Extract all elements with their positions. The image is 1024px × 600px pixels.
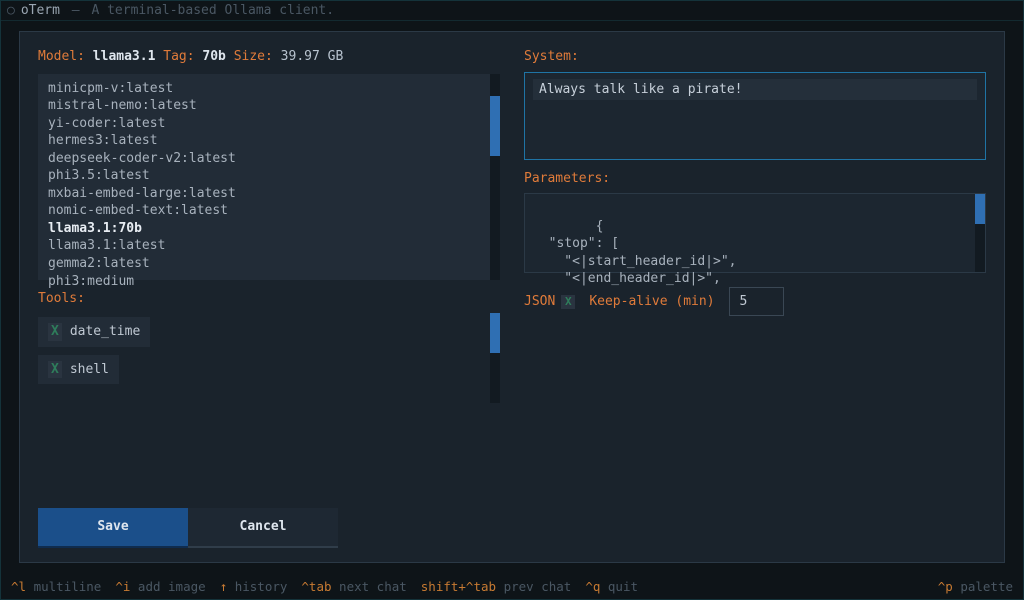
model-list-item[interactable]: yi-coder:latest (48, 115, 490, 133)
app-subtitle: A terminal-based Ollama client. (91, 3, 334, 18)
shortcut-label: multiline (26, 579, 101, 594)
scrollbar-gap (490, 353, 500, 403)
shortcut-hint: ^p palette (938, 579, 1013, 596)
checkbox-icon: X (48, 323, 62, 341)
system-label: System: (524, 48, 986, 66)
settings-panel: Model: llama3.1 Tag: 70b Size: 39.97 GB … (19, 31, 1005, 563)
shortcut-hint: ^i add image (115, 579, 205, 596)
shortcut-key: ^i (115, 579, 130, 594)
shortcut-hint: ↑ history (220, 579, 288, 596)
footer-shortcuts: ^l multiline ^i add image ↑ history ^tab ne… (1, 575, 1023, 599)
scrollbar-gap (490, 74, 500, 96)
scrollbar-thumb[interactable] (975, 194, 985, 224)
button-row: Save Cancel (38, 508, 500, 548)
scrollbar-gap (490, 156, 500, 280)
tool-chip[interactable]: Xdate_time (38, 317, 150, 347)
tools-box: Xdate_timeXshell (38, 313, 500, 403)
tag-label: Tag: (163, 49, 194, 64)
size-label: Size: (234, 49, 273, 64)
size-value: 39.97 GB (281, 49, 344, 64)
app-window: ○ oTerm — A terminal-based Ollama client… (0, 0, 1024, 600)
shortcut-label: quit (600, 579, 638, 594)
system-prompt-input[interactable]: Always talk like a pirate! (524, 72, 986, 160)
tool-name: shell (70, 361, 109, 379)
model-list-item[interactable]: nomic-embed-text:latest (48, 202, 490, 220)
model-list-item[interactable]: phi3:medium (48, 273, 490, 291)
scrollbar-gap (975, 224, 985, 272)
title-separator: — (72, 3, 80, 18)
shortcut-key: ^p (938, 579, 953, 594)
tool-name: date_time (70, 323, 140, 341)
system-prompt-text: Always talk like a pirate! (533, 79, 977, 101)
shortcut-label: prev chat (496, 579, 571, 594)
app-name: oTerm (21, 3, 60, 18)
shortcut-key: ^l (11, 579, 26, 594)
parameters-input[interactable]: { "stop": [ "<|start_header_id|>", "<|en… (524, 193, 986, 273)
scrollbar-thumb[interactable] (490, 96, 500, 156)
model-list-item[interactable]: llama3.1:latest (48, 237, 490, 255)
shortcut-hint: ^l multiline (11, 579, 101, 596)
left-column: Model: llama3.1 Tag: 70b Size: 39.97 GB … (38, 48, 500, 548)
parameters-scrollbar[interactable] (975, 194, 985, 272)
tag-value: 70b (202, 49, 225, 64)
model-list-item[interactable]: gemma2:latest (48, 255, 490, 273)
shortcut-label: history (227, 579, 287, 594)
window-control-dot: ○ (7, 2, 15, 20)
shortcut-hint: shift+^tab prev chat (421, 579, 572, 596)
shortcut-key: ^q (585, 579, 600, 594)
model-list-item[interactable]: mxbai-embed-large:latest (48, 185, 490, 203)
shortcut-hint: ^tab next chat (301, 579, 406, 596)
save-button[interactable]: Save (38, 508, 188, 548)
titlebar: ○ oTerm — A terminal-based Ollama client… (1, 1, 1023, 21)
tool-chip[interactable]: Xshell (38, 355, 119, 385)
tools-label: Tools: (38, 290, 500, 308)
shortcut-label: next chat (332, 579, 407, 594)
tools-scrollbar[interactable] (490, 313, 500, 403)
checkbox-icon: X (48, 361, 62, 379)
right-column: System: Always talk like a pirate! Param… (524, 48, 986, 548)
shortcut-label: palette (960, 579, 1013, 594)
model-value: llama3.1 (93, 49, 156, 64)
model-label: Model: (38, 49, 85, 64)
model-list-item[interactable]: hermes3:latest (48, 132, 490, 150)
model-list-item[interactable]: phi3.5:latest (48, 167, 490, 185)
scrollbar-thumb[interactable] (490, 313, 500, 353)
model-list-item[interactable]: mistral-nemo:latest (48, 97, 490, 115)
shortcut-label: add image (130, 579, 205, 594)
cancel-button[interactable]: Cancel (188, 508, 338, 548)
model-list-item[interactable]: llama3.1:70b (48, 220, 490, 238)
shortcut-hint: ^q quit (585, 579, 638, 596)
keepalive-label: Keep-alive (min) (589, 293, 714, 311)
model-list-item[interactable]: deepseek-coder-v2:latest (48, 150, 490, 168)
shortcut-key: ^tab (301, 579, 331, 594)
parameters-label: Parameters: (524, 170, 986, 188)
model-list[interactable]: minicpm-v:latestmistral-nemo:latestyi-co… (38, 74, 500, 280)
parameters-text: { "stop": [ "<|start_header_id|>", "<|en… (533, 219, 737, 287)
model-list-scrollbar[interactable] (490, 74, 500, 280)
model-list-item[interactable]: minicpm-v:latest (48, 80, 490, 98)
model-header-line: Model: llama3.1 Tag: 70b Size: 39.97 GB (38, 48, 500, 66)
keepalive-input[interactable] (729, 287, 784, 316)
shortcut-key: shift+^tab (421, 579, 496, 594)
